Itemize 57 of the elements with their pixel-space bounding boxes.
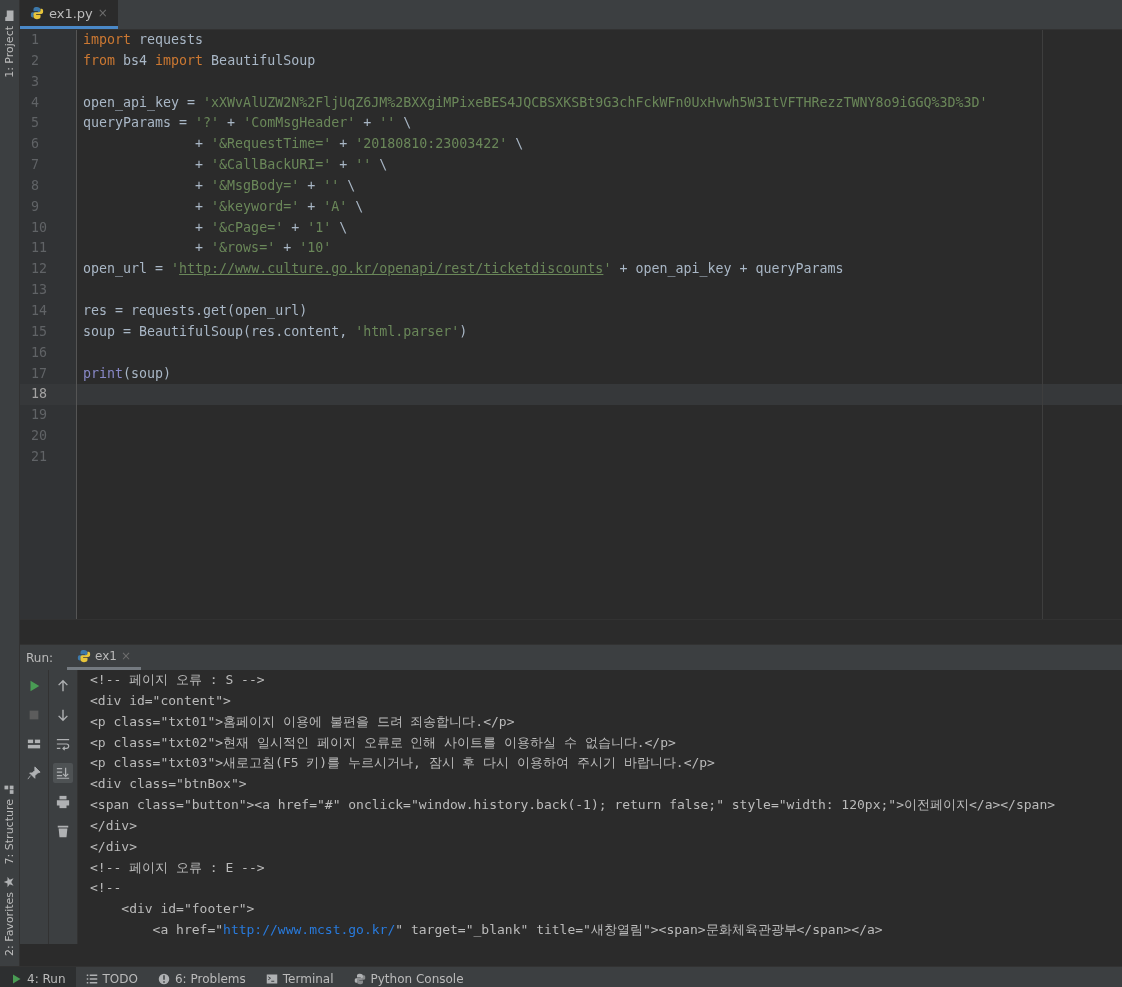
- tool-window-tab[interactable]: 1: Project: [0, 4, 19, 84]
- code-line: import requests: [82, 31, 205, 49]
- code-line: + '&keyword=' + 'A' \: [194, 197, 365, 216]
- tool-window-tab[interactable]: 2: Favorites: [0, 870, 19, 962]
- code-line: queryParams = '?' + 'ComMsgHeader' + '' \: [82, 114, 413, 133]
- console-output-line: </div>: [90, 816, 138, 835]
- up-arrow-icon: [56, 679, 70, 693]
- console-output-line: <a href="http://www.mcst.go.kr/" target="_blank" title="새창열림"><span>문화체육관광부</span></a>: [151, 921, 884, 940]
- code-line: + '&RequestTime=' + '20180810:23003422' \: [194, 135, 525, 154]
- console-output-line: <!-- 페이지 오류 : S -->: [90, 671, 266, 689]
- code-line: + '&cPage=' + '1' \: [194, 218, 349, 237]
- python-icon: [353, 972, 366, 985]
- code-line: open_api_key = 'xXWvAlUZW2N%2FljUqZ6JM%2BXXgiMPixeBES4JQCBSXKSBt9G3chFckWFn0UxHvwh5W3ItVFTHRezzTWNY8o9iGGQ%3D%3D': [82, 93, 989, 113]
- tool-window-tab[interactable]: 7: Structure: [0, 776, 19, 871]
- code-line: soup = BeautifulSoup(res.content, 'html.parser'): [82, 322, 469, 341]
- console-output-line: <p class="txt02">현재 일시적인 페이지 오류로 인해 사이트를 이용하실 수 없습니다.</p>: [90, 733, 677, 752]
- run-icon: [10, 972, 22, 985]
- console-output-line: <div id="content">: [90, 691, 232, 710]
- print-icon: [56, 795, 70, 809]
- run-label: Run:: [25, 650, 55, 665]
- python-file-icon: [77, 649, 92, 663]
- console-output-line: <p class="txt01">홈페이지 이용에 불편을 드려 죄송합니다.</p>: [90, 712, 516, 731]
- code-line: open_url = 'http://www.culture.go.kr/openapi/rest/ticketdiscounts' + open_api_key + queryParams: [82, 260, 845, 279]
- trash-icon: [56, 824, 70, 838]
- code-line: print(soup): [82, 364, 173, 383]
- scroll-to-end-icon: [56, 766, 70, 780]
- tool-window-tab[interactable]: 4: Run: [0, 967, 76, 987]
- console-output-line: <!--: [90, 879, 123, 898]
- console-output-line: <div id="footer">: [120, 900, 256, 919]
- down-arrow-icon: [56, 708, 70, 722]
- code-line: + '&MsgBody=' + '' \: [194, 176, 357, 195]
- code-line: + '&CallBackURI=' + '' \: [194, 156, 389, 175]
- layout-icon: [27, 737, 41, 751]
- tool-window-tab[interactable]: Python Console: [343, 967, 474, 987]
- editor-tab[interactable]: ex1.py ×: [20, 0, 118, 29]
- tool-window-tab[interactable]: TODO: [75, 967, 148, 987]
- url-link[interactable]: http://www.mcst.go.kr/: [223, 922, 396, 938]
- python-file-icon: [30, 6, 44, 20]
- console-output-line: </div>: [90, 837, 138, 856]
- url-link[interactable]: http://www.culture.go.kr/openapi/rest/ticketdiscounts: [179, 261, 604, 277]
- star-icon: [3, 876, 16, 889]
- list-icon: [85, 972, 98, 985]
- line-number: 18: [20, 384, 76, 406]
- toolbar-button[interactable]: [53, 763, 73, 783]
- pin-icon: [27, 766, 41, 780]
- stop-icon: [27, 708, 41, 722]
- console-output-line: <span class="button"><a href="#" onclick="window.history.back(-1); return false;" style="width: 120px;">이전페이지</a></span>: [90, 796, 1057, 815]
- console-output-line: <div class="btnBox">: [90, 775, 248, 794]
- code-line: res = requests.get(open_url): [82, 301, 309, 321]
- tool-window-tab[interactable]: Terminal: [255, 967, 344, 987]
- console-output-line: <p class="txt03">새로고침(F5 키)를 누르시거나, 잠시 후 다시 이용하여 주시기 바랍니다.</p>: [90, 754, 716, 773]
- folder-icon: [3, 10, 16, 22]
- console-output-line: <!-- 페이지 오류 : E -->: [90, 858, 266, 877]
- tool-window-tab[interactable]: 6: Problems: [148, 967, 256, 987]
- soft-wrap-icon: [56, 737, 70, 751]
- code-line: + '&rows=' + '10': [194, 239, 333, 258]
- code-line: from bs4 import BeautifulSoup: [82, 51, 317, 70]
